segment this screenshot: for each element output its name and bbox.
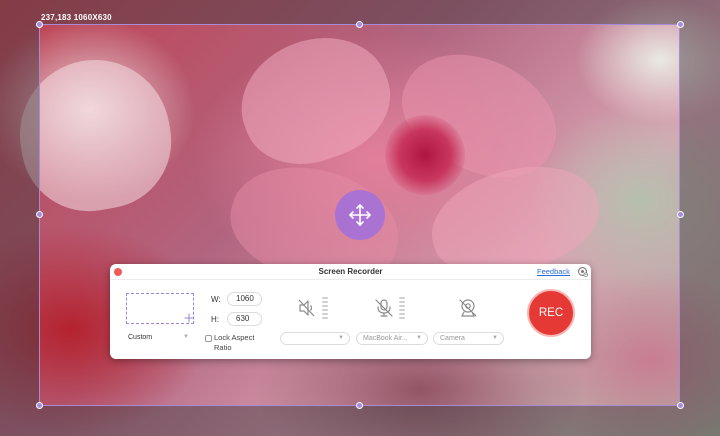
feedback-link[interactable]: Feedback [537,267,570,276]
selection-size-label: 237,183 1060X630 [41,13,112,22]
speaker-muted-icon[interactable] [296,297,318,319]
settings-icon[interactable] [577,266,588,277]
move-selection-button[interactable] [335,190,385,240]
camera-device-select[interactable]: Camera ▼ [433,332,504,345]
speaker-device-select[interactable]: ▼ [280,332,350,345]
speaker-level-meter [322,297,328,319]
region-mode-select[interactable]: Custom ▼ [126,332,194,345]
chevron-down-icon: ▼ [492,335,498,341]
mic-muted-icon[interactable] [373,297,395,319]
lock-aspect-checkbox[interactable] [205,335,212,342]
rec-label: REC [538,307,564,319]
resize-handle-left[interactable] [36,211,43,218]
move-icon [349,204,371,226]
move-icon [184,313,194,323]
chevron-down-icon: ▼ [183,334,189,340]
region-mode-value: Custom [128,334,153,341]
dim-right [680,24,720,406]
height-label: H: [211,315,219,324]
mic-device-select[interactable]: MacBook Air... ▼ [356,332,428,345]
resize-handle-top-left[interactable] [36,21,43,28]
resize-handle-bottom[interactable] [356,402,363,409]
mic-level-meter [399,297,405,319]
chevron-down-icon: ▼ [416,335,422,341]
panel-title: Screen Recorder [318,267,383,276]
width-input[interactable]: 1060 [227,292,262,306]
width-label: W: [211,295,221,304]
resize-handle-bottom-left[interactable] [36,402,43,409]
camera-device-value: Camera [440,335,465,342]
rec-button[interactable]: REC [527,289,575,337]
height-input[interactable]: 630 [227,312,262,326]
resize-handle-bottom-right[interactable] [677,402,684,409]
camera-off-icon[interactable] [457,297,479,319]
dim-left [0,24,39,406]
screen-recorder-panel: Screen Recorder Feedback Custom ▼ W: 106… [110,264,591,359]
panel-titlebar[interactable]: Screen Recorder Feedback [110,264,591,280]
lock-aspect-label: Lock Aspect Ratio [214,333,255,352]
resize-handle-top-right[interactable] [677,21,684,28]
chevron-down-icon: ▼ [338,335,344,341]
resize-handle-top[interactable] [356,21,363,28]
resize-handle-right[interactable] [677,211,684,218]
mic-device-value: MacBook Air... [363,335,408,342]
dim-bottom [0,406,720,436]
